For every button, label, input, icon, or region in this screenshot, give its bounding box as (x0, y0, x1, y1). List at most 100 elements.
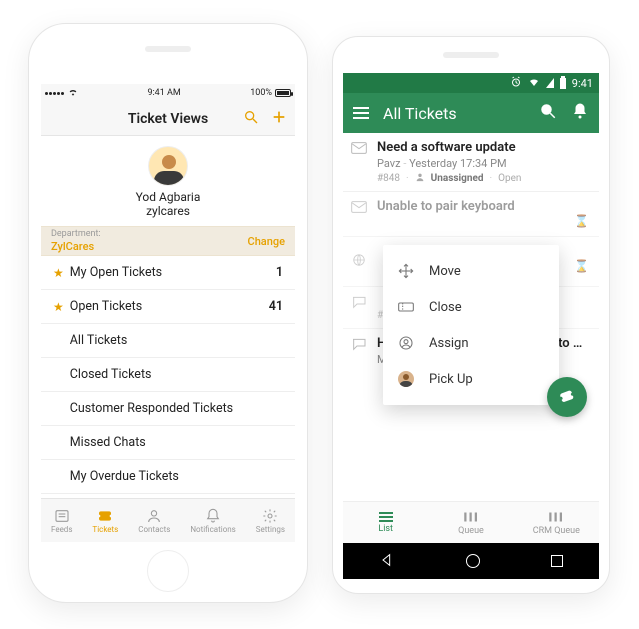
menu-label: Assign (429, 336, 469, 351)
department-value: ZylCares (51, 240, 101, 253)
list-item-label: My Open Tickets (70, 265, 162, 280)
ticket-list[interactable]: Need a software update Pavz - Yesterday … (343, 133, 599, 501)
menu-label: Close (429, 300, 462, 315)
iphone-screen: 9:41 AM 100% Ticket Views Yod Agbaria zy… (41, 84, 295, 542)
globe-icon (351, 253, 367, 270)
tab-label: List (378, 524, 393, 534)
ticket-title: Need a software update (377, 140, 587, 155)
tab-label: Feeds (51, 525, 72, 534)
list-item[interactable]: ★Closed Tickets (41, 358, 295, 392)
nav-back[interactable] (379, 552, 395, 571)
list-item[interactable]: ★Missed Chats (41, 426, 295, 460)
android-app-bar: All Tickets (343, 93, 599, 133)
list-item-label: Customer Responded Tickets (70, 401, 233, 416)
battery-icon (560, 78, 566, 89)
ticket-row[interactable]: Unable to pair keyboard ⌛ (343, 192, 599, 237)
add-icon[interactable] (271, 109, 287, 129)
wifi-icon (68, 88, 78, 99)
fab-new-ticket[interactable] (547, 377, 587, 417)
android-status-time: 9:41 (572, 77, 593, 90)
star-icon: ★ (53, 266, 64, 280)
profile-org: zylcares (41, 204, 295, 218)
tab-contacts[interactable]: Contacts (138, 508, 170, 534)
list-icon (379, 512, 393, 522)
menu-assign[interactable]: Assign (383, 325, 559, 361)
battery-percent-label: 100% (250, 88, 272, 98)
ticket-time: Yesterday 17:34 PM (409, 157, 507, 170)
nav-title: Ticket Views (128, 111, 208, 127)
iphone-speaker (145, 46, 191, 52)
appbar-title: All Tickets (383, 104, 525, 123)
tab-label: Settings (256, 525, 285, 534)
list-item-label: All Tickets (70, 333, 128, 348)
ios-status-bar: 9:41 AM 100% (41, 84, 295, 102)
menu-close[interactable]: Close (383, 289, 559, 325)
wifi-icon (528, 76, 540, 91)
android-nav-bar (343, 543, 599, 579)
search-icon[interactable] (539, 102, 557, 124)
person-icon (415, 172, 425, 184)
nav-home[interactable] (466, 554, 480, 568)
mail-icon (351, 200, 367, 217)
tab-label: Contacts (138, 525, 170, 534)
ticket-row[interactable]: Need a software update Pavz - Yesterday … (343, 133, 599, 192)
search-icon[interactable] (243, 109, 259, 129)
tab-label: Notifications (190, 525, 235, 534)
tab-list[interactable]: List (343, 502, 428, 543)
queue-icon (462, 510, 480, 524)
list-item[interactable]: ★Customer Responded Tickets (41, 392, 295, 426)
profile-name: Yod Agbaria (41, 190, 295, 204)
tab-feeds[interactable]: Feeds (51, 508, 72, 534)
tab-label: Queue (458, 526, 484, 536)
list-item[interactable]: ★My Overdue Tickets (41, 460, 295, 494)
mail-icon (351, 141, 367, 158)
hourglass-icon: ⌛ (574, 214, 589, 228)
menu-label: Pick Up (429, 372, 473, 387)
avatar-icon (397, 371, 415, 387)
iphone-device-frame: 9:41 AM 100% Ticket Views Yod Agbaria zy… (28, 23, 308, 603)
tab-label: CRM Queue (533, 526, 580, 536)
chat-icon (351, 295, 367, 312)
action-menu: Move Close Assign Pick Up (383, 245, 559, 405)
assign-icon (397, 335, 415, 351)
list-item-label: My Overdue Tickets (70, 469, 179, 484)
tab-tickets[interactable]: Tickets (92, 508, 118, 534)
ios-status-time: 9:41 AM (147, 88, 180, 98)
ticket-id: #848 (377, 173, 400, 184)
list-item-label: Open Tickets (70, 299, 142, 314)
change-department-link[interactable]: Change (248, 235, 285, 248)
tab-crm-queue[interactable]: CRM Queue (514, 502, 599, 543)
ticket-assignee: Unassigned (431, 173, 484, 184)
alarm-icon (510, 76, 522, 91)
ios-tab-bar: Feeds Tickets Contacts Notifications Set… (41, 498, 295, 542)
menu-pick-up[interactable]: Pick Up (383, 361, 559, 397)
avatar[interactable] (148, 146, 188, 186)
chat-icon (351, 337, 367, 354)
battery-icon (275, 89, 291, 97)
signal-icon (546, 78, 554, 88)
list-item-label: Missed Chats (70, 435, 146, 450)
tab-queue[interactable]: Queue (428, 502, 513, 543)
list-item[interactable]: ★My Open Tickets 1 (41, 256, 295, 290)
move-icon (397, 263, 415, 279)
android-bottom-tabs: List Queue CRM Queue (343, 501, 599, 543)
menu-move[interactable]: Move (383, 253, 559, 289)
list-item[interactable]: ★All Tickets (41, 324, 295, 358)
tab-label: Tickets (92, 525, 118, 534)
tab-notifications[interactable]: Notifications (190, 508, 235, 534)
list-item[interactable]: ★ Open Tickets 41 (41, 290, 295, 324)
bell-icon[interactable] (571, 102, 589, 124)
star-icon: ★ (53, 300, 64, 314)
hamburger-icon[interactable] (353, 107, 369, 119)
department-row: Department: ZylCares Change (41, 226, 295, 256)
list-item-count: 41 (269, 299, 283, 314)
tab-settings[interactable]: Settings (256, 508, 285, 534)
queue-icon (547, 510, 565, 524)
nav-recents[interactable] (551, 555, 563, 567)
ticket-views-list[interactable]: ★My Open Tickets 1 ★Open Tickets 41 ★All… (41, 256, 295, 498)
department-label: Department: (51, 230, 101, 239)
android-status-bar: 9:41 (343, 73, 599, 93)
profile-section: Yod Agbaria zylcares (41, 136, 295, 226)
hourglass-icon: ⌛ (574, 259, 589, 273)
iphone-home-button[interactable] (147, 550, 189, 592)
